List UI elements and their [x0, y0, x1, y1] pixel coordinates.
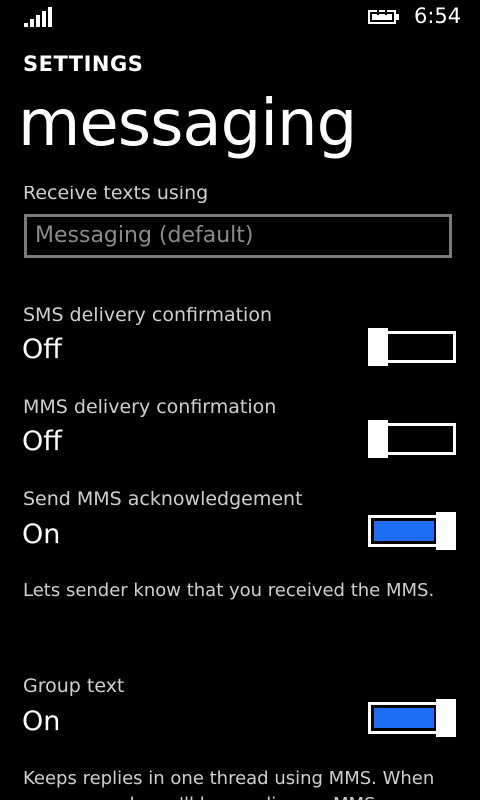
signal-bars-icon	[24, 7, 52, 27]
mms-ack-toggle[interactable]	[368, 512, 456, 550]
toggle-thumb[interactable]	[368, 328, 388, 366]
app-title: SETTINGS	[23, 52, 144, 76]
toggle-thumb[interactable]	[368, 420, 388, 458]
sms-delivery-state: Off	[22, 334, 62, 365]
group-text-label: Group text	[23, 675, 125, 697]
receive-texts-picker[interactable]: Messaging (default)	[24, 214, 452, 258]
mms-delivery-label: MMS delivery confirmation	[23, 396, 277, 418]
mms-ack-description: Lets sender know that you received the M…	[23, 580, 435, 601]
group-text-description: Keeps replies in one thread using MMS. W…	[23, 768, 435, 800]
toggle-fill	[374, 521, 434, 541]
status-bar: 6:54	[0, 0, 480, 32]
mms-ack-state: On	[22, 519, 61, 550]
receive-texts-value: Messaging (default)	[35, 223, 254, 248]
group-text-state: On	[22, 706, 61, 737]
toggle-fill	[374, 708, 434, 728]
mms-ack-label: Send MMS acknowledgement	[23, 488, 303, 510]
settings-list[interactable]: Receive texts using Messaging (default) …	[0, 186, 480, 800]
page-title: messaging	[18, 87, 357, 161]
toggle-thumb[interactable]	[436, 699, 456, 737]
toggle-thumb[interactable]	[436, 512, 456, 550]
mms-delivery-state: Off	[22, 426, 62, 457]
clock-time: 6:54	[414, 4, 462, 28]
sms-delivery-toggle[interactable]	[368, 328, 456, 366]
group-text-toggle[interactable]	[368, 699, 456, 737]
receive-texts-label: Receive texts using	[23, 186, 209, 204]
sms-delivery-label: SMS delivery confirmation	[23, 304, 272, 326]
mms-delivery-toggle[interactable]	[368, 420, 456, 458]
battery-charging-icon	[368, 10, 399, 24]
